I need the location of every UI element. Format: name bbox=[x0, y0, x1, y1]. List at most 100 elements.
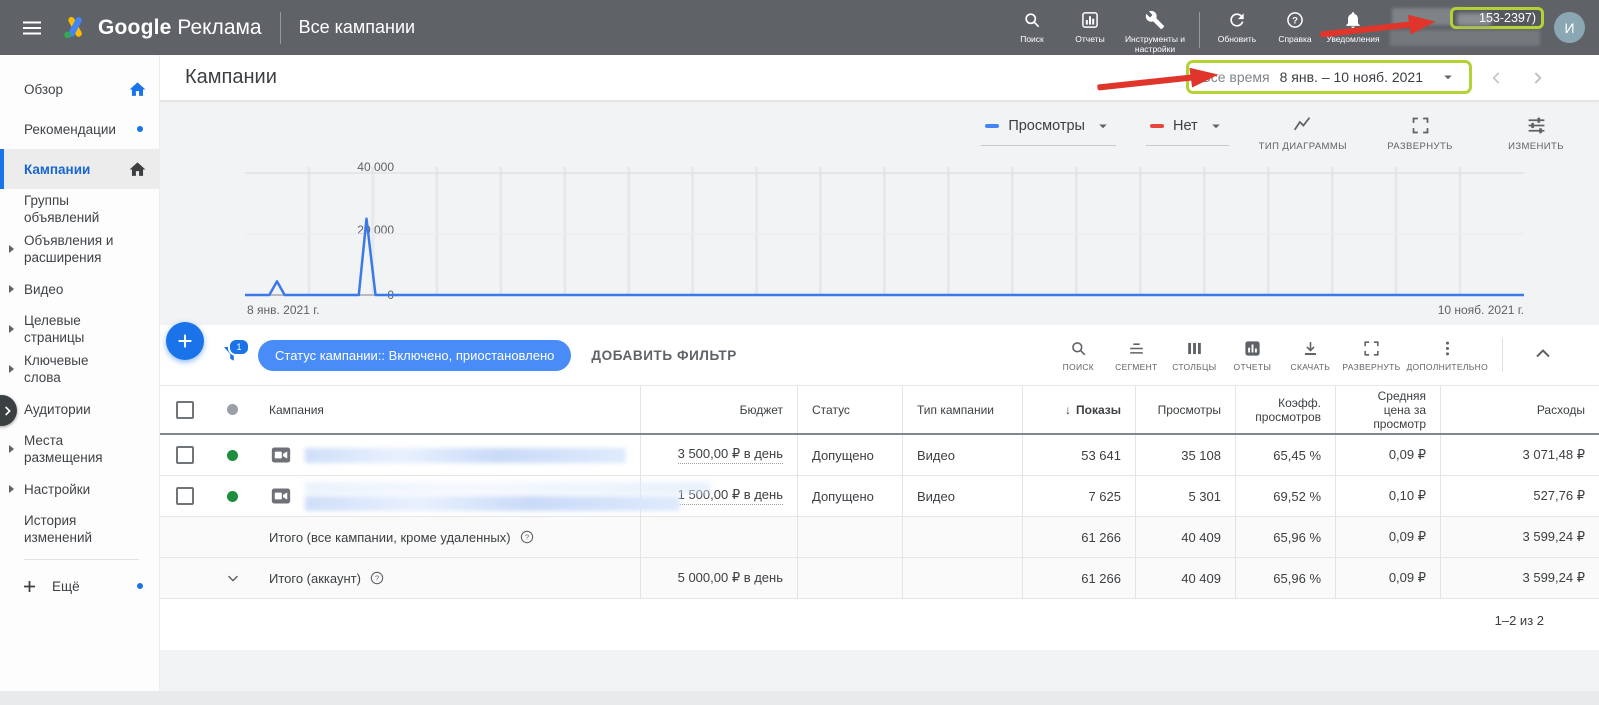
performance-chart-section: Просмотры Нет ТИП ДИАГРАММЫ РАЗВЕРНУТЬ ИЗМЕН… bbox=[160, 101, 1599, 326]
col-header-7[interactable]: Средняя цена за просмотр bbox=[1335, 386, 1440, 433]
topbar-refresh-label: Обновить bbox=[1215, 33, 1259, 44]
caret-down-icon bbox=[1439, 68, 1457, 86]
page-title: Кампании bbox=[185, 66, 277, 88]
page-header: Кампании Все время 8 янв. – 10 нояб. 202… bbox=[160, 55, 1599, 101]
tool-reports-filled-button[interactable]: ОТЧЕТЫ bbox=[1226, 339, 1278, 372]
tool-segment-button[interactable]: СЕГМЕНТ bbox=[1110, 339, 1162, 372]
sidebar-item-5[interactable]: Видео bbox=[0, 269, 159, 309]
sidebar-item-6[interactable]: Целевые страницы bbox=[0, 309, 159, 349]
avatar[interactable]: И bbox=[1554, 12, 1585, 43]
tool-columns-button[interactable]: СТОЛБЦЫ bbox=[1168, 339, 1220, 372]
col-header-5[interactable]: Просмотры bbox=[1135, 386, 1235, 433]
topbar-tools-label: Инструменты и настройки bbox=[1120, 33, 1190, 54]
row-checkbox[interactable] bbox=[176, 487, 194, 505]
totals-avg-cpv: 0,09 ₽ bbox=[1335, 558, 1440, 598]
campaign-row-2[interactable]: 1 500,00 ₽ в день Допущено Видео 7 625 5… bbox=[160, 476, 1599, 517]
tool-expand-button[interactable]: РАЗВЕРНУТЬ bbox=[1342, 339, 1400, 372]
brand-ads: Реклама bbox=[177, 15, 262, 39]
views-value: 35 108 bbox=[1135, 435, 1235, 475]
checkbox[interactable] bbox=[176, 400, 194, 419]
col-header-6[interactable]: Коэфф. просмотров bbox=[1235, 386, 1335, 433]
search-icon bbox=[1025, 12, 1040, 27]
sidebar-item-10[interactable]: Настройки bbox=[0, 469, 159, 509]
sidebar-item-label: Настройки bbox=[24, 481, 91, 497]
topbar-reports-button[interactable]: Отчеты bbox=[1061, 10, 1119, 44]
campaign-row-1[interactable]: 3 500,00 ₽ в день Допущено Видео 53 641 … bbox=[160, 435, 1599, 476]
topbar-help-label: Справка bbox=[1276, 33, 1314, 44]
sidebar-item-3[interactable]: Группы объявлений bbox=[0, 189, 159, 229]
table-toolbar: ПОИСК СЕГМЕНТ СТОЛБЦЫ ОТЧЕТЫ СКАЧАТЬ РАЗВЕРНУ… bbox=[1052, 325, 1511, 385]
topbar-bell-label: Уведомления bbox=[1324, 33, 1382, 44]
col-header-2[interactable]: Статус bbox=[797, 386, 902, 433]
tool-search-button[interactable]: ПОИСК bbox=[1052, 339, 1104, 372]
totals-impressions: 61 266 bbox=[1022, 517, 1135, 557]
chart-expand-button[interactable]: РАЗВЕРНУТЬ bbox=[1377, 113, 1463, 152]
budget-value[interactable]: 3 500,00 ₽ в день bbox=[677, 446, 783, 464]
expand-account-row-button[interactable] bbox=[224, 569, 242, 587]
topbar-nav: Поиск Отчеты Инструменты и настройки Обнови… bbox=[1003, 2, 1382, 54]
context-title: Все кампании bbox=[298, 17, 416, 37]
sidebar-item-7[interactable]: Ключевые слова bbox=[0, 349, 159, 389]
tool-more-button[interactable]: ДОПОЛНИТЕЛЬНО bbox=[1407, 339, 1489, 372]
sidebar-item-11[interactable]: История изменений bbox=[0, 509, 159, 549]
plus-glyph bbox=[23, 580, 36, 592]
status-enabled-dot[interactable] bbox=[227, 449, 238, 461]
sidebar-item-8[interactable]: Аудитории bbox=[0, 389, 159, 429]
date-prev-button[interactable] bbox=[1487, 68, 1507, 88]
col-header-campaign[interactable]: Кампания bbox=[255, 386, 640, 433]
topbar-tools-button[interactable]: Инструменты и настройки bbox=[1119, 10, 1191, 54]
status-enabled-dot[interactable] bbox=[227, 490, 238, 502]
home-icon bbox=[129, 81, 146, 96]
google-ads-logo[interactable] bbox=[62, 15, 88, 41]
col-header-1[interactable]: Бюджет bbox=[640, 386, 797, 433]
select-all-checkbox[interactable] bbox=[160, 386, 210, 433]
sidebar-item-0[interactable]: Обзор bbox=[0, 69, 159, 109]
sidebar-item-label: Кампании bbox=[24, 161, 91, 177]
topbar-help-button[interactable]: ? Справка bbox=[1266, 10, 1324, 44]
metric-dash-blue bbox=[985, 124, 1000, 128]
sidebar-item-1[interactable]: Рекомендации bbox=[0, 109, 159, 149]
bottom-strip bbox=[0, 691, 1599, 705]
col-header-3[interactable]: Тип кампании bbox=[902, 386, 1022, 433]
campaign-name-redacted[interactable] bbox=[305, 447, 626, 463]
col-header-8[interactable]: Расходы bbox=[1440, 386, 1599, 433]
impressions-value: 53 641 bbox=[1022, 435, 1135, 475]
primary-metric-select[interactable]: Просмотры bbox=[981, 113, 1116, 146]
avg-cpv-value: 0,10 ₽ bbox=[1335, 476, 1440, 516]
chart-type-icon bbox=[1294, 117, 1311, 131]
sidebar-item-more[interactable]: Ещё bbox=[0, 566, 159, 606]
menu-icon[interactable] bbox=[20, 16, 44, 40]
chart-chart-type-button[interactable]: ТИП ДИАГРАММЫ bbox=[1259, 113, 1347, 152]
totals-budget: 5 000,00 ₽ в день bbox=[640, 558, 797, 598]
sidebar-more-label: Ещё bbox=[52, 578, 80, 594]
topbar-refresh-button[interactable]: Обновить bbox=[1208, 10, 1266, 44]
sidebar-item-2[interactable]: Кампании bbox=[0, 149, 159, 189]
account-info[interactable]: 153-2397) bbox=[1320, 6, 1544, 49]
svg-text:?: ? bbox=[525, 533, 529, 542]
video-campaign-icon bbox=[271, 488, 291, 504]
reports-filled-icon bbox=[1245, 340, 1260, 356]
secondary-metric-select[interactable]: Нет bbox=[1145, 113, 1229, 146]
topbar-bell-button[interactable]: Уведомления bbox=[1324, 10, 1382, 44]
date-range-picker[interactable]: Все время 8 янв. – 10 нояб. 2021 bbox=[1186, 60, 1472, 94]
new-campaign-fab[interactable] bbox=[166, 322, 204, 360]
filter-chip-campaign-status[interactable]: Статус кампании:: Включено, приостановле… bbox=[258, 339, 572, 371]
chart-tune-button[interactable]: ИЗМЕНИТЬ bbox=[1493, 113, 1579, 152]
collapse-toolbar-button[interactable] bbox=[1531, 342, 1555, 366]
primary-metric-label: Просмотры bbox=[1008, 118, 1085, 134]
plus-icon bbox=[174, 330, 196, 352]
sidebar-item-9[interactable]: Места размещения bbox=[0, 429, 159, 469]
totals-avg-cpv: 0,09 ₽ bbox=[1335, 517, 1440, 557]
sidebar-item-4[interactable]: Объявления и расширения bbox=[0, 229, 159, 269]
tool-download-button[interactable]: СКАЧАТЬ bbox=[1284, 339, 1336, 372]
chart-plot-area[interactable] bbox=[245, 167, 1524, 297]
filter-funnel-button[interactable]: 1 bbox=[220, 338, 250, 367]
chart-button-label: ИЗМЕНИТЬ bbox=[1508, 141, 1564, 152]
topbar-search-button[interactable]: Поиск bbox=[1003, 10, 1061, 44]
avg-cpv-value: 0,09 ₽ bbox=[1335, 435, 1440, 475]
campaign-name-redacted[interactable] bbox=[305, 481, 710, 511]
row-checkbox[interactable] bbox=[176, 446, 194, 464]
add-filter-button[interactable]: ДОБАВИТЬ ФИЛЬТР bbox=[591, 348, 737, 363]
date-next-button[interactable] bbox=[1527, 68, 1547, 88]
col-header-4[interactable]: ↓ Показы bbox=[1022, 386, 1135, 433]
